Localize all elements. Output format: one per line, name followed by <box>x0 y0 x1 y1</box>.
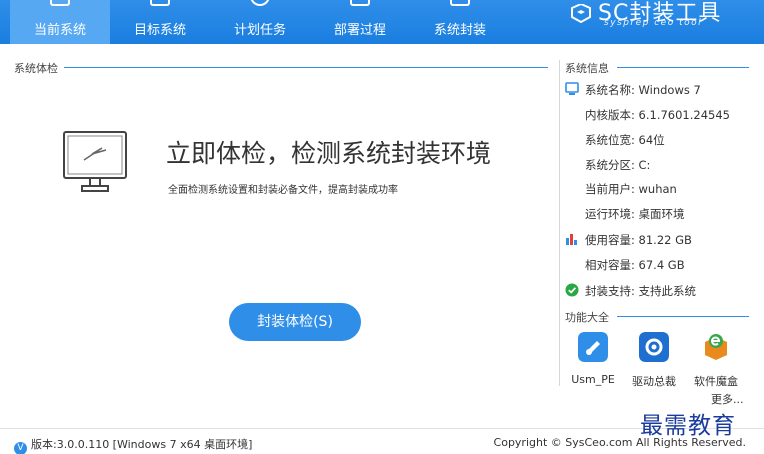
tab-scheduled-tasks[interactable]: 计划任务 <box>210 0 310 44</box>
more-link[interactable]: 更多... <box>711 391 744 407</box>
info-row-used-capacity: 使用容量: 81.22 GB <box>585 232 692 248</box>
func-label: 软件魔盒 <box>694 375 738 388</box>
info-label: 内核版本: <box>585 108 635 122</box>
version-info: V 版本:3.0.0.110 [Windows 7 x64 桌面环境] <box>14 436 252 454</box>
check-subline: 全面检测系统设置和封装必备文件，提高封装成功率 <box>168 185 398 196</box>
check-circle-icon <box>565 283 579 297</box>
tab-label: 目标系统 <box>133 23 186 38</box>
info-value: wuhan <box>638 182 677 196</box>
info-label: 封装支持: <box>585 284 635 298</box>
section-divider <box>617 67 749 68</box>
watermark-text: 最需教育 <box>640 413 736 439</box>
tab-current-system[interactable]: 当前系统 <box>10 0 110 44</box>
tab-label: 部署过程 <box>333 23 386 38</box>
section-divider <box>617 316 749 317</box>
system-info-title: 系统信息 <box>565 62 609 75</box>
version-icon: V <box>14 442 27 454</box>
func-usm-pe[interactable]: Usm_PE <box>563 332 623 386</box>
tab-label: 系统封装 <box>433 23 486 38</box>
func-label: 驱动总裁 <box>632 375 676 388</box>
package-check-button[interactable]: 封装体检(S) <box>229 303 361 341</box>
info-label: 运行环境: <box>585 207 635 221</box>
bar-chart-icon <box>566 234 577 245</box>
info-value: 81.22 GB <box>638 233 692 247</box>
info-label: 相对容量: <box>585 258 635 272</box>
monitor-icon <box>565 82 579 95</box>
brand: SC封装工具 sysprep ceo tool <box>570 0 750 44</box>
target-system-icon <box>150 0 170 6</box>
system-package-icon <box>450 0 470 6</box>
info-row-os-name: 系统名称: Windows 7 <box>585 82 701 98</box>
info-label: 使用容量: <box>585 233 635 247</box>
driver-gear-icon <box>639 332 669 362</box>
monitor-icon <box>63 131 127 192</box>
top-nav-bar: 当前系统 目标系统 计划任务 部署过程 系统封装 SC封装工具 sysprep … <box>0 0 764 44</box>
magic-box-icon <box>705 334 727 360</box>
info-label: 系统分区: <box>585 158 635 172</box>
tab-target-system[interactable]: 目标系统 <box>110 0 210 44</box>
tab-system-package[interactable]: 系统封装 <box>410 0 510 44</box>
info-row-package-support: 封装支持: 支持此系统 <box>585 283 696 299</box>
info-row-bitness: 系统位宽: 64位 <box>585 132 665 148</box>
check-headline: 立即体检，检测系统封装环境 <box>166 139 492 168</box>
system-check-title: 系统体检 <box>14 62 58 75</box>
current-system-icon <box>50 0 70 6</box>
usm-pe-icon <box>578 332 608 362</box>
info-label: 系统名称: <box>585 83 635 97</box>
deploy-process-icon <box>350 0 370 6</box>
panel-divider <box>559 60 560 386</box>
info-row-environment: 运行环境: 桌面环境 <box>585 206 685 222</box>
func-software-box[interactable]: 软件魔盒 <box>686 332 746 389</box>
info-value: 67.4 GB <box>638 258 685 272</box>
info-row-relative-capacity: 相对容量: 67.4 GB <box>585 257 685 273</box>
info-label: 当前用户: <box>585 182 635 196</box>
info-row-kernel: 内核版本: 6.1.7601.24545 <box>585 107 730 123</box>
tab-deploy-process[interactable]: 部署过程 <box>310 0 410 44</box>
info-value: 支持此系统 <box>638 284 697 298</box>
info-value: 6.1.7601.24545 <box>638 108 730 122</box>
tab-label: 计划任务 <box>233 23 286 38</box>
info-value: C: <box>638 158 651 172</box>
func-driver[interactable]: 驱动总裁 <box>624 332 684 389</box>
info-row-partition: 系统分区: C: <box>585 157 650 173</box>
info-row-user: 当前用户: wuhan <box>585 181 677 197</box>
scheduled-tasks-icon <box>250 0 270 6</box>
func-label: Usm_PE <box>571 373 615 386</box>
brand-subtitle: sysprep ceo tool <box>604 18 703 28</box>
info-label: 系统位宽: <box>585 133 635 147</box>
section-divider <box>64 67 548 68</box>
version-text: 版本:3.0.0.110 [Windows 7 x64 桌面环境] <box>31 438 253 451</box>
info-value: Windows 7 <box>638 83 701 97</box>
info-value: 64位 <box>638 133 665 147</box>
brand-logo-icon <box>571 4 591 24</box>
info-value: 桌面环境 <box>638 207 685 221</box>
tab-label: 当前系统 <box>33 23 86 38</box>
functions-title: 功能大全 <box>565 311 609 324</box>
